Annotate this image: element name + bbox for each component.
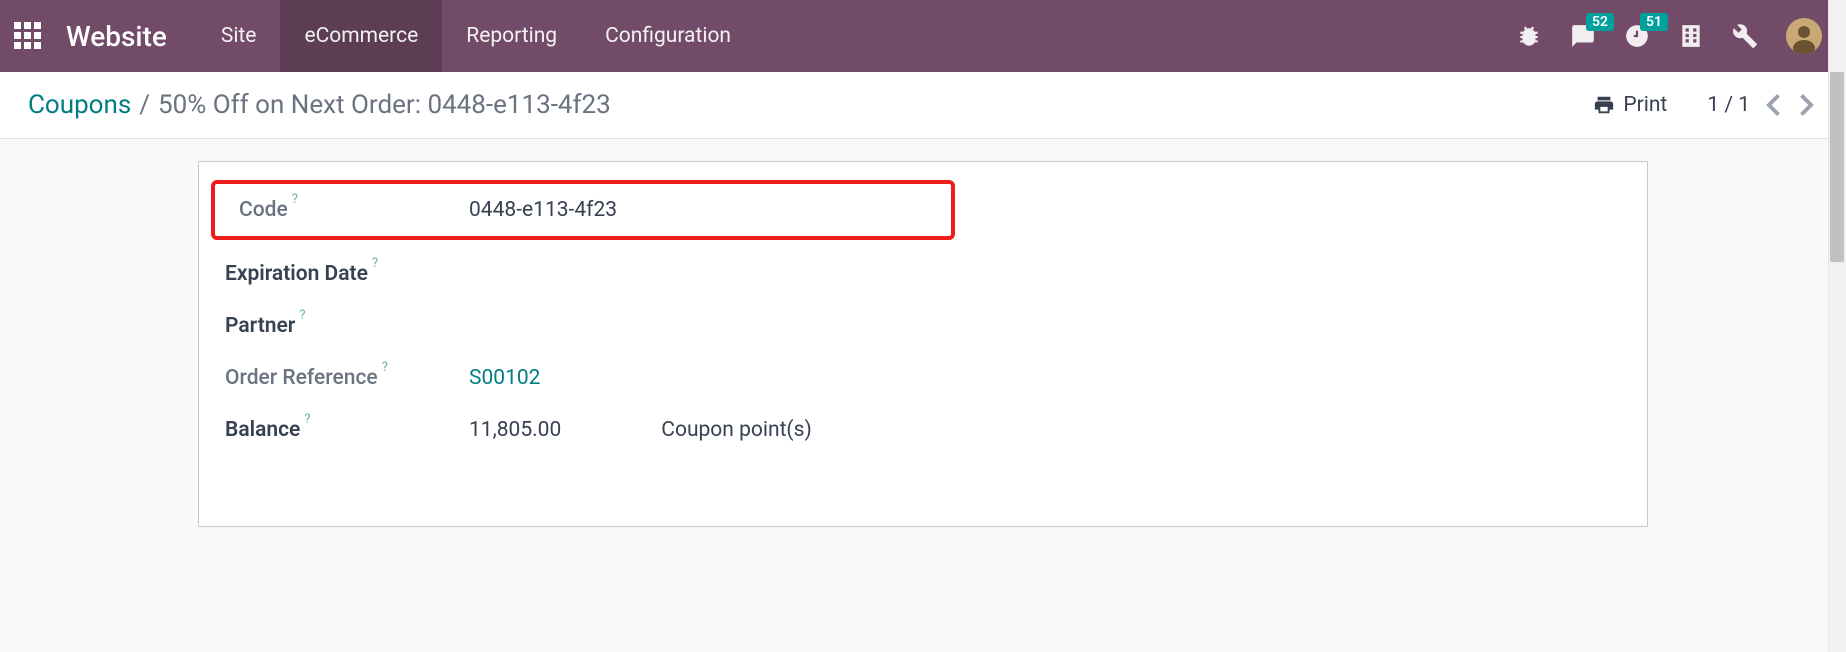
scrollbar[interactable] (1828, 0, 1846, 652)
help-icon[interactable]: ? (292, 192, 298, 207)
nav-item-reporting[interactable]: Reporting (442, 0, 581, 72)
label-code: Code ? (239, 198, 469, 222)
label-balance: Balance ? (225, 418, 469, 442)
app-brand[interactable]: Website (66, 20, 167, 53)
label-order-ref: Order Reference ? (225, 366, 469, 390)
messages-icon[interactable]: 52 (1570, 23, 1596, 49)
value-code: 0448-e113-4f23 (469, 198, 617, 222)
form-sheet: Code ? 0448-e113-4f23 Expiration Date ? … (198, 161, 1648, 527)
field-code: Code ? 0448-e113-4f23 (229, 194, 937, 226)
nav-menu: Site eCommerce Reporting Configuration (197, 0, 755, 72)
messages-badge: 52 (1586, 13, 1614, 31)
field-order-ref: Order Reference ? S00102 (199, 352, 1647, 404)
help-icon[interactable]: ? (299, 308, 305, 323)
debug-icon[interactable] (1516, 23, 1542, 49)
print-icon (1593, 94, 1615, 116)
breadcrumb-root[interactable]: Coupons (28, 90, 131, 120)
print-label: Print (1623, 93, 1667, 117)
breadcrumb-bar: Coupons / 50% Off on Next Order: 0448-e1… (0, 72, 1846, 139)
value-order-ref[interactable]: S00102 (469, 366, 540, 390)
sheet-wrapper: Code ? 0448-e113-4f23 Expiration Date ? … (0, 139, 1846, 527)
pager-next[interactable] (1796, 94, 1818, 116)
field-expiration: Expiration Date ? (199, 248, 1647, 300)
nav-systray: 52 51 (1516, 18, 1822, 54)
breadcrumb-sep: / (139, 90, 150, 120)
scrollbar-thumb[interactable] (1830, 72, 1844, 262)
print-button[interactable]: Print (1593, 93, 1667, 117)
main-navbar: Website Site eCommerce Reporting Configu… (0, 0, 1846, 72)
label-partner: Partner ? (225, 314, 469, 338)
help-icon[interactable]: ? (372, 256, 378, 271)
user-avatar[interactable] (1786, 18, 1822, 54)
nav-item-ecommerce[interactable]: eCommerce (280, 0, 442, 72)
breadcrumb: Coupons / 50% Off on Next Order: 0448-e1… (28, 90, 611, 120)
label-expiration: Expiration Date ? (225, 262, 469, 286)
pager-count[interactable]: 1 / 1 (1707, 93, 1750, 117)
breadcrumb-current: 50% Off on Next Order: 0448-e113-4f23 (158, 90, 611, 120)
nav-item-configuration[interactable]: Configuration (581, 0, 755, 72)
help-icon[interactable]: ? (304, 412, 310, 427)
value-balance: 11,805.00 (469, 418, 561, 442)
activities-badge: 51 (1640, 13, 1668, 31)
pager-prev[interactable] (1762, 94, 1784, 116)
balance-unit: Coupon point(s) (661, 418, 811, 442)
apps-icon[interactable] (14, 22, 42, 50)
help-icon[interactable]: ? (382, 360, 388, 375)
code-highlight: Code ? 0448-e113-4f23 (211, 180, 955, 240)
field-partner: Partner ? (199, 300, 1647, 352)
nav-item-site[interactable]: Site (197, 0, 281, 72)
activities-icon[interactable]: 51 (1624, 23, 1650, 49)
company-icon[interactable] (1678, 23, 1704, 49)
field-balance: Balance ? 11,805.00 Coupon point(s) (199, 404, 1647, 456)
pager: 1 / 1 (1707, 93, 1818, 117)
tools-icon[interactable] (1732, 23, 1758, 49)
